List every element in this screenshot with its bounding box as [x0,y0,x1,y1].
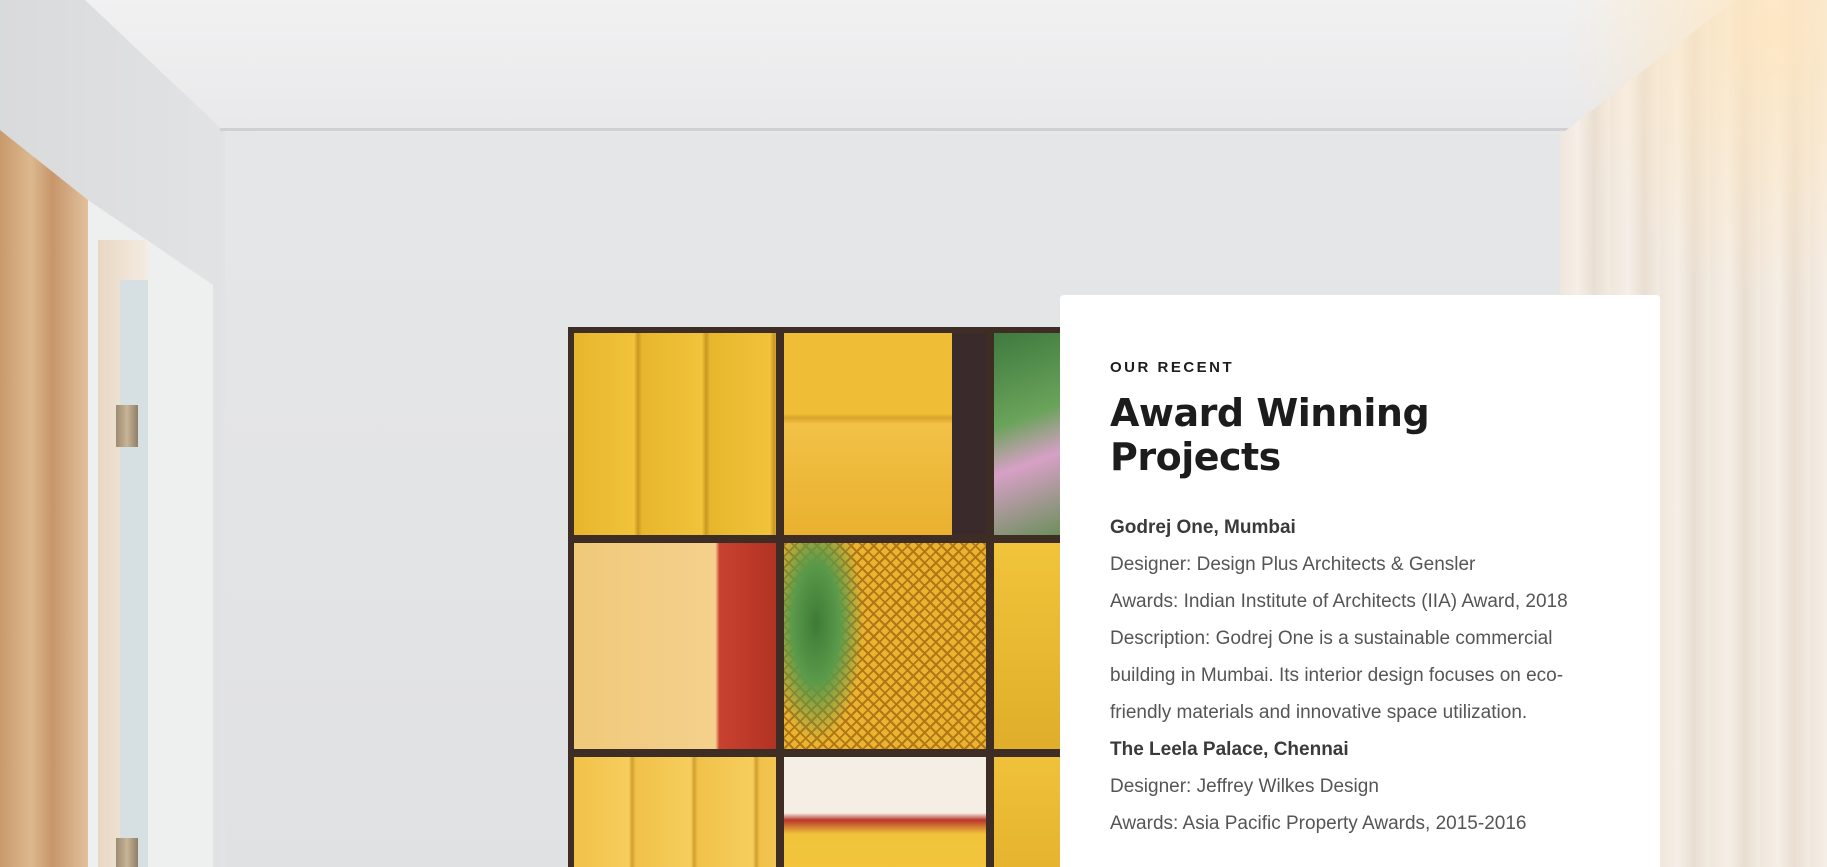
door-hinge [116,405,138,447]
artwork-tile [784,333,986,535]
section-title: Award Winning Projects [1110,391,1430,479]
projects-card: OUR RECENT Award Winning Projects Godrej… [1060,295,1660,867]
project-item: Godrej One, Mumbai Designer: Design Plus… [1110,509,1610,731]
artwork-tile [574,333,776,535]
artwork-tile [784,757,986,867]
artwork-tile [784,543,986,749]
artwork-tile [574,543,776,749]
project-item: The Leela Palace, Chennai Designer: Jeff… [1110,731,1610,842]
wall-artwork [568,327,1094,867]
section-eyebrow: OUR RECENT [1110,359,1235,376]
project-designer: Designer: Design Plus Architects & Gensl… [1110,554,1476,576]
project-awards: Awards: Asia Pacific Property Awards, 20… [1110,813,1527,835]
door-glass [120,280,148,867]
hero-background-photo: OUR RECENT Award Winning Projects Godrej… [0,0,1827,867]
ceiling-light-glow [1560,0,1827,300]
project-list: Godrej One, Mumbai Designer: Design Plus… [1110,509,1610,842]
project-designer: Designer: Jeffrey Wilkes Design [1110,776,1379,798]
wood-panel [0,130,88,867]
door-hinge [116,838,138,867]
ceiling-edge [220,128,1570,131]
project-name: The Leela Palace, Chennai [1110,739,1349,761]
project-awards: Awards: Indian Institute of Architects (… [1110,591,1568,613]
project-description: Description: Godrej One is a sustainable… [1110,628,1564,724]
ceiling [85,0,1735,135]
project-name: Godrej One, Mumbai [1110,517,1296,539]
artwork-tile [574,757,776,867]
